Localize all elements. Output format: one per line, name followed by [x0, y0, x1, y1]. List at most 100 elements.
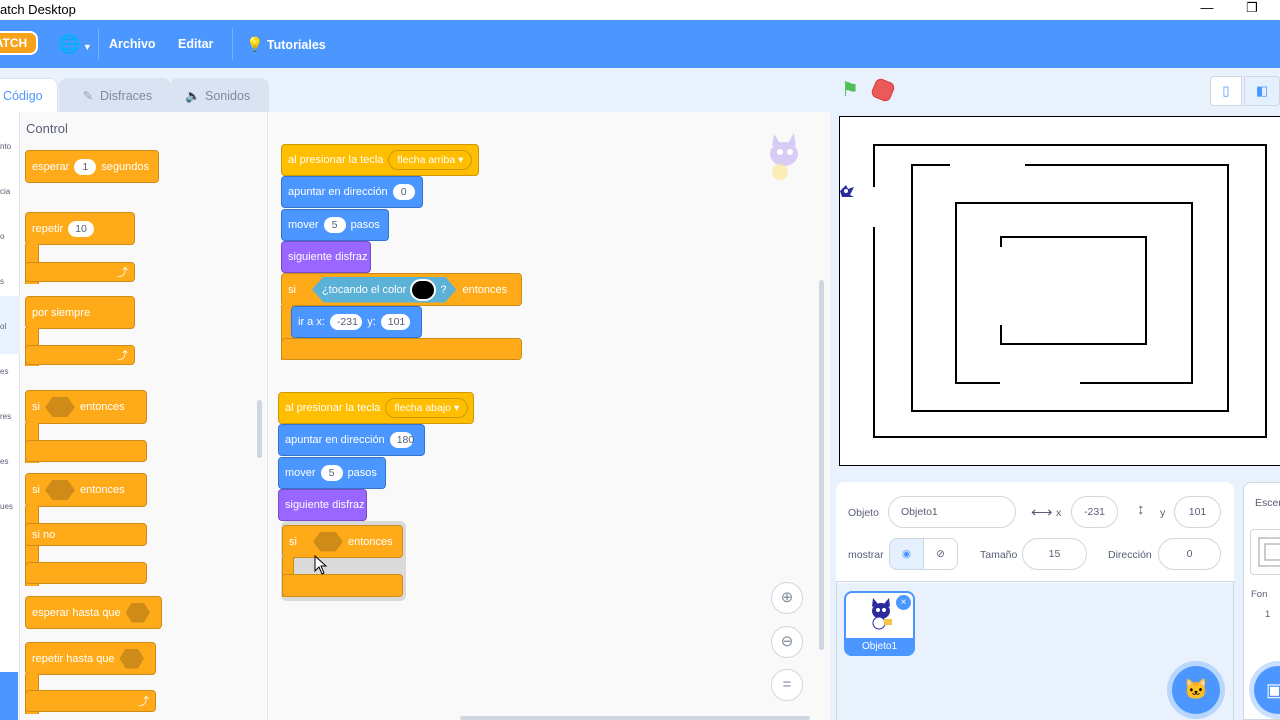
boolean-slot[interactable]: [44, 397, 75, 417]
palette-repeat-until-block[interactable]: repetir hasta que: [25, 642, 156, 675]
category-motion[interactable]: nto: [0, 142, 11, 151]
block-input[interactable]: 0: [392, 184, 415, 200]
zoom-in-button[interactable]: ⊕: [771, 582, 803, 614]
palette-repeat-block[interactable]: repetir 10: [25, 212, 135, 245]
size-field[interactable]: 15: [1022, 538, 1087, 570]
script1-next-costume-block[interactable]: siguiente disfraz: [281, 241, 371, 273]
block-text: al presionar la tecla: [285, 402, 381, 414]
scratch-logo[interactable]: ATCH: [0, 31, 38, 55]
script1-point-direction-block[interactable]: apuntar en dirección 0: [281, 176, 423, 208]
show-hidden-button[interactable]: ⊘: [923, 538, 958, 570]
palette-wait-block[interactable]: esperar 1 segundos: [25, 150, 159, 183]
block-text: entonces: [79, 484, 125, 496]
category-operators[interactable]: res: [0, 412, 11, 421]
boolean-slot[interactable]: [312, 531, 343, 552]
vertical-scrollbar[interactable]: [819, 280, 824, 650]
palette-forever-block[interactable]: por siempre: [25, 296, 135, 329]
key-dropdown[interactable]: flecha arriba: [388, 150, 473, 170]
delete-sprite-button[interactable]: ×: [896, 595, 911, 610]
green-flag-icon[interactable]: ⚑: [841, 79, 863, 101]
file-menu[interactable]: Archivo: [109, 20, 156, 68]
palette-if-block[interactable]: si entonces: [25, 390, 147, 424]
language-globe-icon[interactable]: 🌐 ▼: [58, 20, 92, 68]
extension-button[interactable]: [0, 672, 18, 720]
small-stage-icon: ▯: [1222, 83, 1230, 98]
tutorials-menu[interactable]: 💡 Tutoriales: [246, 20, 326, 68]
x-position-field[interactable]: -231: [1071, 496, 1118, 528]
category-looks[interactable]: cia: [0, 187, 10, 196]
block-text: si: [289, 535, 297, 548]
edit-menu[interactable]: Editar: [178, 20, 213, 68]
window-title: atch Desktop: [0, 2, 76, 17]
script1-if-foot: [281, 338, 522, 360]
large-stage-icon: ◧: [1255, 83, 1269, 98]
color-swatch[interactable]: [410, 278, 437, 301]
stage-canvas[interactable]: [839, 116, 1280, 466]
y-label: y: [1160, 507, 1166, 519]
category-sensing[interactable]: es: [0, 367, 8, 376]
block-text: siguiente disfraz: [288, 251, 368, 263]
globe-icon: 🌐: [58, 34, 81, 54]
category-control[interactable]: ol: [0, 322, 6, 331]
script1-goto-xy-block[interactable]: ir a x: -231 y: 101: [291, 306, 422, 338]
tab-code[interactable]: Código: [0, 78, 58, 112]
sprite-name-field[interactable]: Objeto1: [888, 496, 1016, 528]
tab-costumes[interactable]: ✎ Disfraces: [59, 78, 171, 112]
category-variables[interactable]: es: [0, 457, 8, 466]
large-stage-button[interactable]: ◧: [1244, 76, 1280, 106]
palette-repeat-until-foot: ⤴: [25, 690, 156, 712]
eye-icon: ◉: [901, 548, 912, 560]
tab-sounds[interactable]: 🔈 Sonidos: [170, 78, 269, 112]
small-stage-button[interactable]: ▯: [1210, 76, 1242, 106]
key-dropdown[interactable]: flecha abajo: [385, 398, 469, 418]
block-input[interactable]: 5: [320, 465, 343, 481]
boolean-slot[interactable]: [119, 648, 144, 669]
show-visible-button[interactable]: ◉: [889, 538, 924, 570]
script2-if-block[interactable]: si entonces: [282, 525, 403, 558]
block-text: repetir hasta que: [32, 652, 115, 665]
block-text: y:: [367, 316, 376, 328]
category-sound[interactable]: o: [0, 232, 4, 241]
script2-if-foot: [282, 574, 403, 597]
x-arrows-icon: ⟷: [1031, 504, 1053, 521]
block-text: siguiente disfraz: [285, 499, 365, 511]
restore-button[interactable]: ❐: [1237, 0, 1267, 20]
y-position-field[interactable]: 101: [1174, 496, 1221, 528]
script2-next-costume-block[interactable]: siguiente disfraz: [278, 489, 367, 521]
script2-move-block[interactable]: mover 5 pasos: [278, 457, 386, 489]
palette-if-else-block[interactable]: si entonces: [25, 473, 147, 507]
backdrops-count: 1: [1265, 609, 1271, 620]
window-titlebar: atch Desktop — ❐: [0, 0, 1280, 20]
script2-key-hat-block[interactable]: al presionar la tecla flecha abajo: [278, 379, 474, 424]
add-sprite-button[interactable]: 🐱: [1172, 666, 1220, 714]
block-text: esperar: [32, 160, 70, 173]
category-my-blocks[interactable]: ues: [0, 502, 13, 511]
boolean-slot[interactable]: [125, 602, 150, 623]
category-events[interactable]: s: [0, 277, 4, 286]
script1-key-hat-block[interactable]: al presionar la tecla flecha arriba: [281, 131, 479, 176]
script1-if-block[interactable]: si ¿tocando el color ? entonces: [281, 273, 522, 306]
script1-move-block[interactable]: mover 5 pasos: [281, 209, 389, 241]
block-input[interactable]: 1: [74, 158, 97, 175]
block-input[interactable]: 180: [389, 432, 414, 448]
block-input[interactable]: 10: [68, 220, 94, 237]
horizontal-scrollbar[interactable]: [460, 716, 810, 720]
script2-point-direction-block[interactable]: apuntar en dirección 180: [278, 424, 425, 456]
minimize-button[interactable]: —: [1192, 0, 1222, 20]
zoom-out-button[interactable]: ⊖: [771, 626, 803, 658]
boolean-slot[interactable]: [44, 480, 75, 500]
zoom-reset-button[interactable]: =: [771, 669, 803, 701]
palette-scrollbar[interactable]: [257, 400, 262, 458]
size-label: Tamaño: [980, 549, 1018, 561]
block-input[interactable]: 101: [380, 314, 410, 330]
palette-wait-until-block[interactable]: esperar hasta que: [25, 596, 162, 629]
block-input[interactable]: -231: [329, 314, 363, 330]
stage-title: Escen: [1255, 497, 1280, 509]
x-label: x: [1056, 507, 1062, 519]
touching-color-block[interactable]: ¿tocando el color ?: [311, 276, 457, 303]
direction-field[interactable]: 0: [1158, 538, 1221, 570]
block-text: esperar hasta que: [32, 606, 121, 619]
backdrop-thumbnail[interactable]: [1250, 529, 1280, 575]
block-input[interactable]: 5: [323, 217, 346, 233]
block-text: entonces: [462, 283, 508, 296]
